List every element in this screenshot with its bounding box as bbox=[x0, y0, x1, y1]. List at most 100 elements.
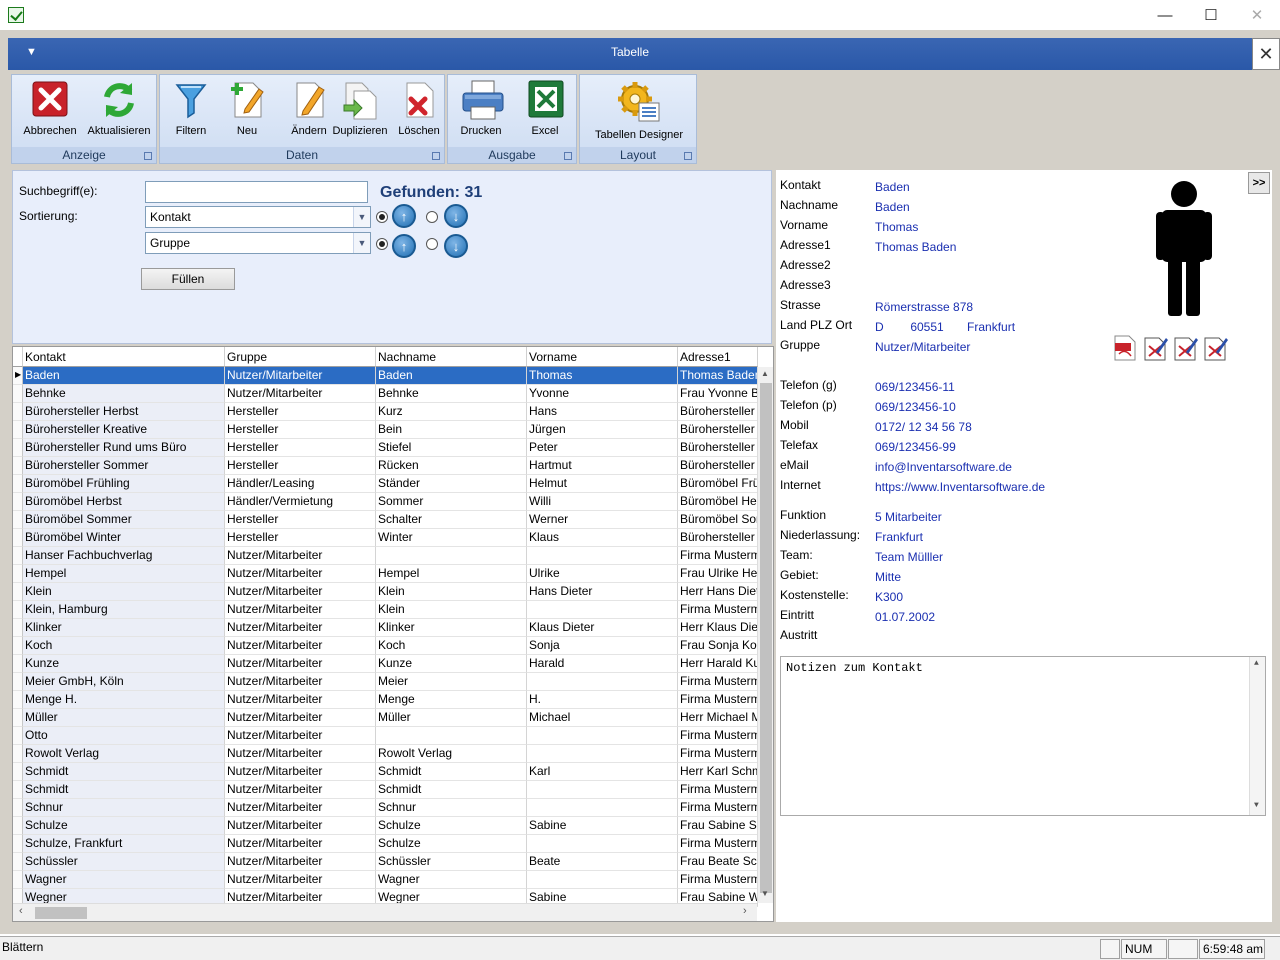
table-cell[interactable] bbox=[376, 727, 527, 745]
notes-textarea[interactable]: Notizen zum Kontakt ▲ ▼ bbox=[780, 656, 1266, 816]
row-header[interactable] bbox=[13, 853, 23, 871]
aendern-button[interactable]: Ändern bbox=[282, 79, 336, 145]
table-row[interactable]: Büromöbel Winter Hersteller Winter Klaus Bür… bbox=[13, 529, 758, 547]
maximize-button[interactable]: ☐ bbox=[1188, 0, 1234, 30]
table-cell[interactable]: Hersteller bbox=[225, 421, 376, 439]
detail-value[interactable]: 0172/ 12 34 56 78 bbox=[875, 420, 972, 434]
row-header[interactable] bbox=[13, 835, 23, 853]
scroll-left-icon[interactable]: ‹ bbox=[19, 905, 23, 917]
filtern-button[interactable]: Filtern bbox=[164, 79, 218, 145]
detail-value[interactable]: 5 Mitarbeiter bbox=[875, 510, 942, 524]
excel-button[interactable]: Excel bbox=[516, 79, 574, 145]
table-cell[interactable]: Müller bbox=[376, 709, 527, 727]
table-row[interactable]: Meier GmbH, Köln Nutzer/Mitarbeiter Meier F… bbox=[13, 673, 758, 691]
table-cell[interactable]: Sommer bbox=[376, 493, 527, 511]
table-cell[interactable]: Hans Dieter bbox=[527, 583, 678, 601]
table-cell[interactable] bbox=[376, 547, 527, 565]
word-letter-icon[interactable] bbox=[1172, 334, 1198, 362]
column-header[interactable]: Adresse1 bbox=[678, 347, 758, 367]
detail-value[interactable]: 069/123456-11 bbox=[875, 380, 955, 394]
table-cell[interactable]: Schmidt bbox=[23, 763, 225, 781]
table-cell[interactable]: Nutzer/Mitarbeiter bbox=[225, 799, 376, 817]
group-launcher-icon[interactable] bbox=[684, 152, 692, 160]
table-cell[interactable]: Hersteller bbox=[225, 439, 376, 457]
table-cell[interactable]: Bürohersteller Rund ums Büro bbox=[23, 439, 225, 457]
table-cell[interactable]: Koch bbox=[23, 637, 225, 655]
table-cell[interactable] bbox=[527, 781, 678, 799]
table-cell[interactable]: Sabine bbox=[527, 817, 678, 835]
table-row[interactable]: Koch Nutzer/Mitarbeiter Koch Sonja Frau Sonj… bbox=[13, 637, 758, 655]
table-cell[interactable]: Herr Michael Müller bbox=[678, 709, 758, 727]
table-row[interactable]: Büromöbel Frühling Händler/Leasing Ständer… bbox=[13, 475, 758, 493]
expand-toggle-button[interactable]: >> bbox=[1248, 172, 1270, 194]
table-cell[interactable]: Nutzer/Mitarbeiter bbox=[225, 673, 376, 691]
table-cell[interactable]: Bürohersteller Sommer bbox=[678, 457, 758, 475]
table-cell[interactable]: Herr Hans Dieter Klein bbox=[678, 583, 758, 601]
sort2-descending-radio[interactable] bbox=[426, 238, 438, 250]
table-cell[interactable]: Herr Klaus Dieter Klinker bbox=[678, 619, 758, 637]
row-header[interactable] bbox=[13, 547, 23, 565]
table-row[interactable]: Bürohersteller Rund ums Büro Hersteller St… bbox=[13, 439, 758, 457]
table-cell[interactable] bbox=[527, 727, 678, 745]
detail-value[interactable]: 069/123456-99 bbox=[875, 440, 956, 454]
table-cell[interactable]: Bürohersteller Herbst bbox=[23, 403, 225, 421]
scroll-down-icon[interactable]: ▼ bbox=[761, 889, 769, 898]
scroll-up-icon[interactable]: ▲ bbox=[761, 369, 769, 378]
detail-value[interactable]: https://www.Inventarsoftware.de bbox=[875, 480, 1045, 494]
table-row[interactable]: Bürohersteller Kreative Hersteller Bein Jür… bbox=[13, 421, 758, 439]
table-cell[interactable]: Nutzer/Mitarbeiter bbox=[225, 619, 376, 637]
fill-button[interactable]: Füllen bbox=[141, 268, 235, 290]
abbrechen-button[interactable]: Abbrechen bbox=[16, 79, 84, 145]
table-cell[interactable]: Bürohersteller Winter bbox=[678, 529, 758, 547]
row-header[interactable] bbox=[13, 817, 23, 835]
table-cell[interactable]: Nutzer/Mitarbeiter bbox=[225, 385, 376, 403]
word-letter-icon[interactable] bbox=[1142, 334, 1168, 362]
table-cell[interactable]: Rowolt Verlag bbox=[376, 745, 527, 763]
table-cell[interactable]: Schalter bbox=[376, 511, 527, 529]
group-launcher-icon[interactable] bbox=[432, 152, 440, 160]
table-cell[interactable]: Bürohersteller Rund ums Büro bbox=[678, 439, 758, 457]
table-cell[interactable]: Menge bbox=[376, 691, 527, 709]
table-cell[interactable]: Nutzer/Mitarbeiter bbox=[225, 583, 376, 601]
table-cell[interactable]: Peter bbox=[527, 439, 678, 457]
table-row[interactable]: Klein Nutzer/Mitarbeiter Klein Hans Dieter H… bbox=[13, 583, 758, 601]
table-cell[interactable]: Frau Yvonne Behnke bbox=[678, 385, 758, 403]
table-cell[interactable]: Nutzer/Mitarbeiter bbox=[225, 781, 376, 799]
sort-field-2[interactable]: Gruppe ▼ bbox=[145, 232, 371, 254]
table-cell[interactable]: Hans bbox=[527, 403, 678, 421]
detail-value[interactable]: Römerstrasse 878 bbox=[875, 300, 973, 314]
detail-value[interactable]: Baden bbox=[875, 200, 910, 214]
table-cell[interactable]: Hersteller bbox=[225, 529, 376, 547]
vertical-scrollbar[interactable]: ▲ ▼ bbox=[757, 367, 773, 903]
table-row[interactable]: Menge H. Nutzer/Mitarbeiter Menge H. Firma M… bbox=[13, 691, 758, 709]
sort2-descending-arrow-icon[interactable]: ↓ bbox=[444, 234, 468, 258]
table-row[interactable]: Schnur Nutzer/Mitarbeiter Schnur Firma Must… bbox=[13, 799, 758, 817]
row-header[interactable] bbox=[13, 619, 23, 637]
row-header[interactable] bbox=[13, 421, 23, 439]
table-cell[interactable]: Baden bbox=[376, 367, 527, 385]
table-row[interactable]: Bürohersteller Sommer Hersteller Rücken Har… bbox=[13, 457, 758, 475]
table-cell[interactable]: Yvonne bbox=[527, 385, 678, 403]
table-cell[interactable]: Thomas bbox=[527, 367, 678, 385]
table-cell[interactable]: Schulze bbox=[376, 835, 527, 853]
table-cell[interactable]: Nutzer/Mitarbeiter bbox=[225, 763, 376, 781]
table-cell[interactable]: Ständer bbox=[376, 475, 527, 493]
table-cell[interactable]: Schmidt bbox=[23, 781, 225, 799]
row-header[interactable] bbox=[13, 691, 23, 709]
table-cell[interactable]: Klein bbox=[23, 583, 225, 601]
notes-scrollbar[interactable]: ▲ ▼ bbox=[1249, 657, 1265, 815]
table-row[interactable]: Müller Nutzer/Mitarbeiter Müller Michael Her… bbox=[13, 709, 758, 727]
table-row[interactable]: Büromöbel Sommer Hersteller Schalter Werner… bbox=[13, 511, 758, 529]
table-row[interactable]: Schulze Nutzer/Mitarbeiter Schulze Sabine Fr… bbox=[13, 817, 758, 835]
table-cell[interactable]: Schulze, Frankfurt bbox=[23, 835, 225, 853]
row-header[interactable] bbox=[13, 781, 23, 799]
detail-value[interactable]: 01.07.2002 bbox=[875, 610, 935, 624]
table-cell[interactable]: Händler/Leasing bbox=[225, 475, 376, 493]
table-cell[interactable]: Nutzer/Mitarbeiter bbox=[225, 655, 376, 673]
table-cell[interactable]: Firma Mustermann bbox=[678, 781, 758, 799]
detail-value[interactable]: Thomas bbox=[875, 220, 918, 234]
table-cell[interactable]: Klein bbox=[376, 583, 527, 601]
table-cell[interactable]: Stiefel bbox=[376, 439, 527, 457]
sort1-descending-radio[interactable] bbox=[426, 211, 438, 223]
row-header[interactable] bbox=[13, 583, 23, 601]
